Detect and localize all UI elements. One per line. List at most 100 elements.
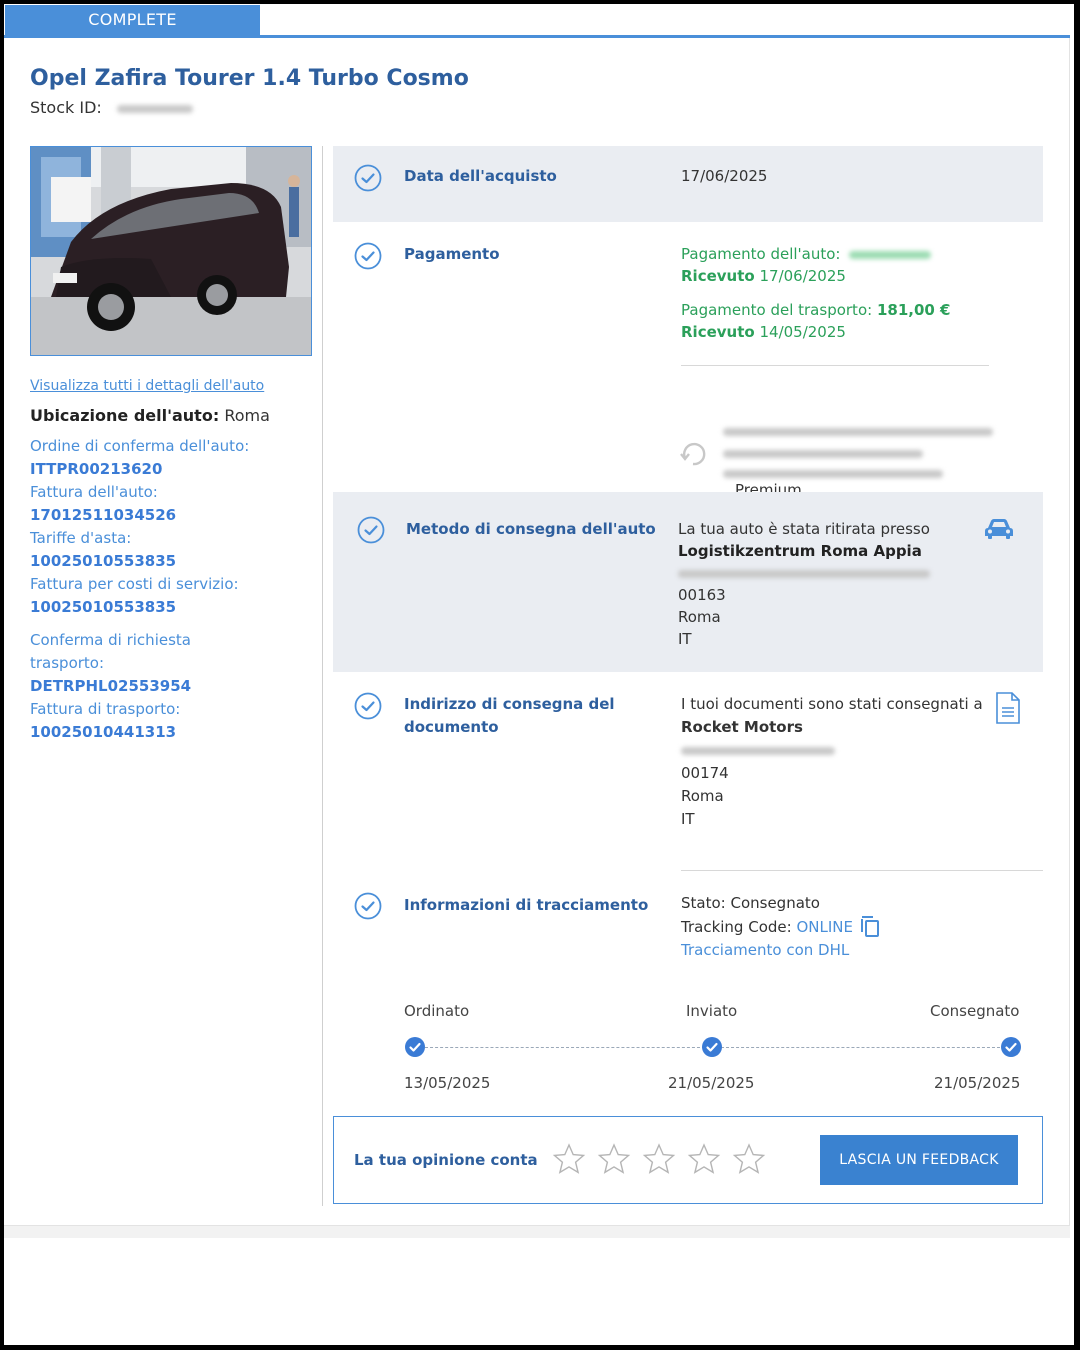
document-delivery-intro: I tuoi documenti sono stati consegnati a	[681, 695, 983, 713]
timeline-step-shipped: Inviato	[686, 1002, 738, 1020]
car-delivery-zip: 00163	[678, 586, 726, 604]
tracking-status: Stato: Consegnato	[681, 894, 820, 912]
transport-payment-date: 14/05/2025	[759, 323, 846, 341]
vehicle-photo[interactable]	[30, 146, 312, 356]
premium-info-redacted	[723, 470, 943, 478]
location-label: Ubicazione dell'auto:	[30, 406, 220, 425]
star-icon[interactable]	[552, 1143, 586, 1175]
timeline-dot-ordered	[405, 1037, 425, 1057]
transport-payment-label: Pagamento del trasporto:	[681, 301, 873, 319]
feedback-prompt: La tua opinione conta	[354, 1151, 538, 1169]
ref-value-transport-request[interactable]: DETRPHL02553954	[30, 675, 310, 698]
status-tab-bar: COMPLETE	[4, 4, 1070, 38]
star-rating[interactable]	[552, 1143, 772, 1179]
purchase-date-value: 17/06/2025	[681, 167, 768, 185]
tracking-details: Stato: Consegnato Tracking Code: ONLINE …	[681, 892, 1001, 962]
star-icon[interactable]	[732, 1143, 766, 1175]
page-frame: COMPLETE Opel Zafira Tourer 1.4 Turbo Co…	[4, 4, 1074, 1345]
dhl-tracking-link[interactable]: Tracciamento con DHL	[681, 939, 1001, 962]
reference-list: Ordine di conferma dell'auto: ITTPR00213…	[30, 435, 310, 619]
car-delivery-intro: La tua auto è stata ritirata presso	[678, 520, 930, 538]
check-circle-icon	[354, 892, 382, 920]
tracking-code-value: ONLINE	[796, 918, 853, 936]
document-delivery-address: I tuoi documenti sono stati consegnati a…	[681, 693, 1001, 831]
payment-section: Pagamento Pagamento dell'auto: Ricevuto …	[333, 222, 1043, 499]
vehicle-card: Opel Zafira Tourer 1.4 Turbo Cosmo Stock…	[4, 38, 1070, 1226]
tab-complete[interactable]: COMPLETE	[5, 5, 260, 35]
car-payment-date: 17/06/2025	[759, 267, 846, 285]
document-delivery-label: Indirizzo di consegna del documento	[404, 693, 624, 739]
timeline-dot-delivered	[1001, 1037, 1021, 1057]
star-icon[interactable]	[597, 1143, 631, 1175]
car-delivery-city: Roma	[678, 608, 721, 626]
premium-info-redacted	[723, 450, 923, 458]
star-icon[interactable]	[642, 1143, 676, 1175]
star-icon[interactable]	[687, 1143, 721, 1175]
feedback-panel: La tua opinione conta LASCIA UN FEEDBACK	[333, 1116, 1043, 1204]
ref-label-transport-invoice: Fattura di trasporto:	[30, 700, 181, 718]
car-payment: Pagamento dell'auto: Ricevuto 17/06/2025	[681, 243, 1021, 287]
stock-id-label: Stock ID:	[30, 98, 102, 117]
check-circle-icon	[354, 692, 382, 720]
vehicle-location: Ubicazione dell'auto: Roma	[30, 406, 310, 425]
transport-payment-status: Ricevuto	[681, 323, 755, 341]
timeline-date-delivered: 21/05/2025	[934, 1074, 1021, 1092]
payment-divider	[681, 365, 989, 366]
car-delivery-place: Logistikzentrum Roma Appia	[678, 542, 922, 560]
document-delivery-street-redacted	[681, 746, 835, 755]
ref-label-auction-fees: Tariffe d'asta:	[30, 529, 132, 547]
tracking-label: Informazioni di tracciamento	[404, 896, 649, 914]
card-bottom-strip	[4, 1226, 1070, 1238]
timeline-dot-shipped	[702, 1037, 722, 1057]
timeline-date-ordered: 13/05/2025	[404, 1074, 491, 1092]
document-delivery-recipient: Rocket Motors	[681, 718, 803, 736]
document-delivery-zip: 00174	[681, 764, 729, 782]
ref-value-order[interactable]: ITTPR00213620	[30, 458, 310, 481]
column-divider	[322, 146, 323, 1206]
payment-label: Pagamento	[404, 245, 500, 263]
transport-payment-amount: 181,00 €	[876, 301, 951, 319]
check-circle-icon	[354, 242, 382, 270]
document-delivery-city: Roma	[681, 787, 724, 805]
stock-id-redacted	[116, 104, 193, 113]
check-circle-icon	[354, 164, 382, 192]
tracking-divider	[681, 870, 1043, 871]
document-delivery-label-line1: Indirizzo di consegna del	[404, 695, 615, 713]
ref-label-transport-request: Conferma di richiesta trasporto:	[30, 631, 191, 672]
car-delivery-country: IT	[678, 630, 692, 648]
copy-icon[interactable]	[860, 915, 880, 937]
ref-label-service-invoice: Fattura per costi di servizio:	[30, 575, 239, 593]
ref-value-transport-invoice[interactable]: 10025010441313	[30, 721, 310, 744]
car-payment-label: Pagamento dell'auto:	[681, 245, 841, 263]
ref-value-auction-fees[interactable]: 10025010553835	[30, 550, 310, 573]
car-delivery-street-redacted	[678, 569, 930, 578]
document-delivery-country: IT	[681, 810, 695, 828]
timeline-step-ordered: Ordinato	[404, 1002, 470, 1020]
ref-label-car-invoice: Fattura dell'auto:	[30, 483, 158, 501]
car-icon	[985, 519, 1013, 539]
tracking-code-label: Tracking Code:	[681, 918, 792, 936]
document-delivery-label-line2: documento	[404, 718, 499, 736]
refresh-icon	[680, 442, 706, 466]
car-payment-amount-redacted	[849, 250, 932, 259]
transport-reference-list: Conferma di richiesta trasporto: DETRPHL…	[30, 629, 310, 744]
stock-id: Stock ID:	[30, 98, 193, 117]
view-details-link[interactable]: Visualizza tutti i dettagli dell'auto	[30, 378, 310, 394]
page-title: Opel Zafira Tourer 1.4 Turbo Cosmo	[30, 66, 469, 91]
timeline-connector	[425, 1047, 705, 1048]
car-payment-status: Ricevuto	[681, 267, 755, 285]
tracking-section: Informazioni di tracciamento Stato: Cons…	[333, 872, 1043, 1102]
check-circle-icon	[357, 516, 385, 544]
leave-feedback-button[interactable]: LASCIA UN FEEDBACK	[820, 1135, 1018, 1185]
timeline-date-shipped: 21/05/2025	[668, 1074, 755, 1092]
ref-value-car-invoice[interactable]: 17012511034526	[30, 504, 310, 527]
vehicle-reference-info: Visualizza tutti i dettagli dell'auto Ub…	[30, 378, 310, 744]
ref-label-order: Ordine di conferma dell'auto:	[30, 437, 250, 455]
ref-value-service-invoice[interactable]: 10025010553835	[30, 596, 310, 619]
car-delivery-section: Metodo di consegna dell'auto La tua auto…	[333, 492, 1043, 672]
car-photo-image	[31, 147, 311, 355]
location-value: Roma	[224, 406, 270, 425]
purchase-date-label: Data dell'acquisto	[404, 167, 557, 185]
timeline-connector	[721, 1047, 1005, 1048]
purchase-date-section: Data dell'acquisto 17/06/2025	[333, 146, 1043, 222]
